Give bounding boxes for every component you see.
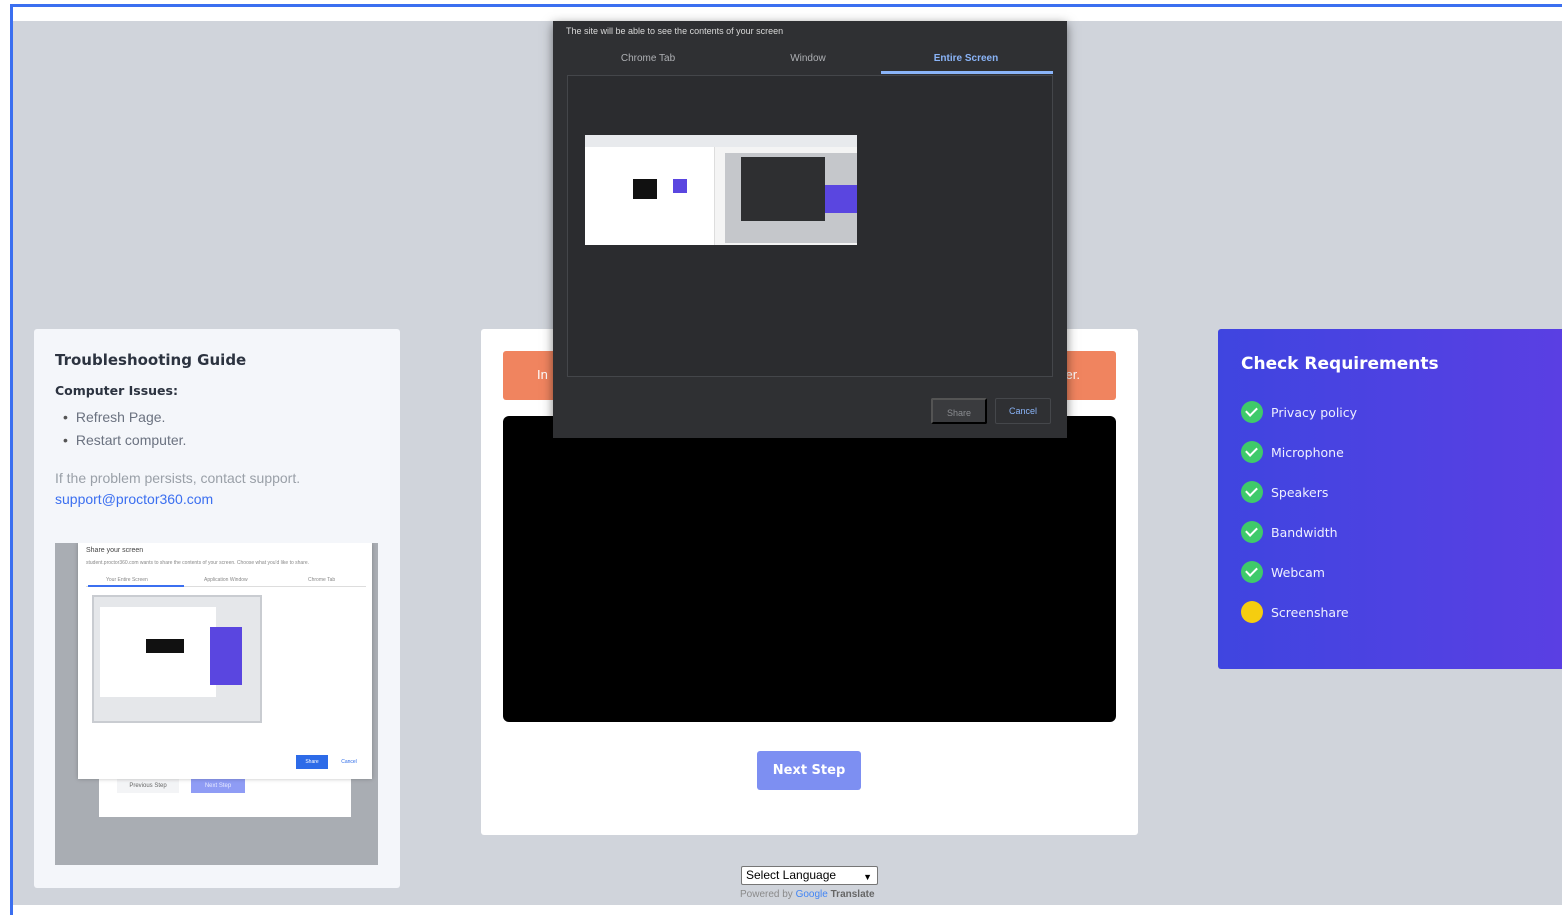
- support-email-link[interactable]: support@proctor360.com: [55, 491, 380, 507]
- help-image-dialog-desc: student.proctor360.com wants to share th…: [86, 560, 310, 566]
- screen-preview: [503, 416, 1116, 722]
- help-image-cancel-button: Cancel: [341, 759, 357, 765]
- requirements-list: Privacy policy Microphone Speakers Bandw…: [1241, 392, 1562, 632]
- thumbnail-toolbar: [585, 135, 857, 147]
- support-note: If the problem persists, contact support…: [55, 470, 301, 486]
- frame-border-top: [10, 4, 1562, 7]
- check-circle-icon: [1241, 561, 1263, 583]
- tab-entire-screen[interactable]: Entire Screen: [885, 53, 1047, 64]
- cancel-button[interactable]: Cancel: [995, 398, 1051, 424]
- requirement-microphone: Microphone: [1241, 432, 1562, 472]
- requirements-title: Check Requirements: [1241, 354, 1439, 374]
- requirement-bandwidth: Bandwidth: [1241, 512, 1562, 552]
- list-item: Restart computer.: [76, 429, 380, 452]
- help-image-screen-thumbnail: [92, 595, 262, 723]
- troubleshooting-title: Troubleshooting Guide: [55, 351, 247, 369]
- pending-circle-icon: [1241, 601, 1263, 623]
- thumbnail-video: [633, 179, 657, 199]
- help-image-thumb-video: [146, 639, 184, 653]
- help-image-tab-indicator: [88, 585, 184, 587]
- check-circle-icon: [1241, 481, 1263, 503]
- help-image-dialog-title: Share your screen: [86, 547, 144, 554]
- check-circle-icon: [1241, 521, 1263, 543]
- frame-border-left: [10, 4, 13, 915]
- troubleshooting-card: Troubleshooting Guide Computer Issues: R…: [34, 329, 400, 888]
- help-image-next-button: Next Step: [191, 779, 245, 793]
- share-dialog-title: The site will be able to see the content…: [566, 26, 784, 36]
- tab-chrome-tab[interactable]: Chrome Tab: [567, 53, 729, 64]
- language-select[interactable]: Select Language ▼: [741, 866, 878, 885]
- share-dialog-content: [567, 75, 1053, 377]
- share-screen-help-image: Previous Step Next Step Share your scree…: [55, 543, 378, 865]
- help-image-thumb-panel: [210, 627, 242, 685]
- check-circle-icon: [1241, 441, 1263, 463]
- translate-link[interactable]: Translate: [831, 889, 875, 900]
- active-tab-indicator: [881, 71, 1053, 74]
- requirement-label: Webcam: [1271, 564, 1325, 580]
- share-screen-dialog: The site will be able to see the content…: [553, 21, 1067, 438]
- help-image-tabs: Your Entire Screen Application Window Ch…: [86, 575, 366, 587]
- help-image-tab: Chrome Tab: [308, 577, 336, 583]
- computer-issues-heading: Computer Issues:: [55, 383, 178, 398]
- requirement-label: Microphone: [1271, 444, 1344, 460]
- help-image-dialog: Share your screen student.proctor360.com…: [78, 543, 372, 779]
- thumbnail-panel: [673, 179, 687, 193]
- share-button[interactable]: Share: [931, 398, 987, 424]
- alert-text-end: er.: [1065, 367, 1080, 382]
- alert-text-start: In: [537, 367, 548, 382]
- powered-prefix: Powered by: [740, 889, 793, 900]
- requirement-label: Bandwidth: [1271, 524, 1338, 540]
- tab-window[interactable]: Window: [727, 53, 889, 64]
- requirement-screenshare: Screenshare: [1241, 592, 1562, 632]
- requirement-webcam: Webcam: [1241, 552, 1562, 592]
- help-image-tab: Your Entire Screen: [106, 577, 148, 583]
- requirement-label: Privacy policy: [1271, 404, 1358, 420]
- requirement-privacy-policy: Privacy policy: [1241, 392, 1562, 432]
- requirement-speakers: Speakers: [1241, 472, 1562, 512]
- thumbnail-requirements: [825, 185, 857, 213]
- requirement-label: Screenshare: [1271, 604, 1349, 620]
- next-step-button[interactable]: Next Step: [757, 751, 861, 790]
- powered-by-google-translate: Powered by Google Translate: [740, 889, 875, 900]
- help-image-prev-button: Previous Step: [117, 779, 179, 793]
- requirements-card: Check Requirements Privacy policy Microp…: [1218, 329, 1562, 669]
- check-circle-icon: [1241, 401, 1263, 423]
- page-frame: Troubleshooting Guide Computer Issues: R…: [0, 0, 1562, 915]
- share-dialog-tabs: Chrome Tab Window Entire Screen: [567, 51, 1053, 74]
- chevron-down-icon: ▼: [863, 872, 872, 882]
- help-image-share-button: Share: [296, 755, 328, 769]
- computer-issues-list: Refresh Page. Restart computer.: [55, 406, 380, 452]
- help-image-tab: Application Window: [204, 577, 248, 583]
- requirement-label: Speakers: [1271, 484, 1329, 500]
- entire-screen-thumbnail[interactable]: [585, 135, 857, 245]
- language-select-value: Select Language: [746, 868, 837, 882]
- thumbnail-dialog: [741, 157, 825, 221]
- google-logo: Google: [795, 889, 828, 900]
- list-item: Refresh Page.: [76, 406, 380, 429]
